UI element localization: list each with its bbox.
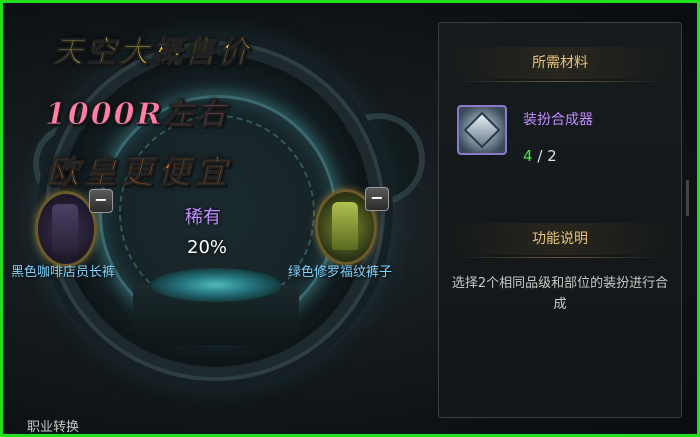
material-slot-left[interactable] [35, 191, 97, 267]
divider [453, 81, 667, 82]
job-change-button[interactable]: 职业转换 [27, 416, 79, 434]
right-item-name: 绿色修罗福纹裤子 [288, 265, 393, 280]
success-rate: 20% [187, 237, 228, 258]
result-rarity-label: 稀有 [185, 207, 221, 228]
material-count: 4 / 2 [523, 147, 557, 165]
remove-left-item-button[interactable]: − [89, 189, 113, 213]
synthesis-scene: 天空大概售价 1000R左右 欧皇更便宜 − 黑色咖啡店员长裤 − 绿色修罗福纹… [3, 3, 433, 434]
glowing-pedestal [151, 268, 281, 302]
remove-right-item-button[interactable]: − [365, 187, 389, 211]
material-need: 2 [547, 147, 557, 165]
materials-header: 所需材料 [439, 47, 681, 79]
material-have: 4 [523, 147, 533, 165]
material-separator: / [532, 147, 548, 165]
promo-line-price: 天空大概售价 [53, 35, 251, 71]
promo-line-amount: 1000R左右 [44, 97, 228, 133]
cube-shape [463, 111, 501, 149]
black-pants-icon [52, 204, 78, 252]
function-description: 选择2个相同品级和部位的装扮进行合成 [451, 276, 669, 312]
promo-line-lucky: 欧皇更便宜 [46, 153, 233, 192]
green-pants-icon [332, 202, 358, 250]
left-item-name: 黑色咖啡店员长裤 [11, 265, 116, 280]
scrollbar[interactable] [686, 180, 689, 216]
material-name: 装扮合成器 [523, 112, 593, 128]
divider [453, 257, 667, 258]
synthesizer-cube-icon[interactable] [457, 105, 507, 155]
function-header: 功能说明 [439, 223, 681, 255]
info-panel: 所需材料 装扮合成器 4 / 2 功能说明 选择2个相同品级和部位的装扮进行合成 [438, 22, 682, 418]
